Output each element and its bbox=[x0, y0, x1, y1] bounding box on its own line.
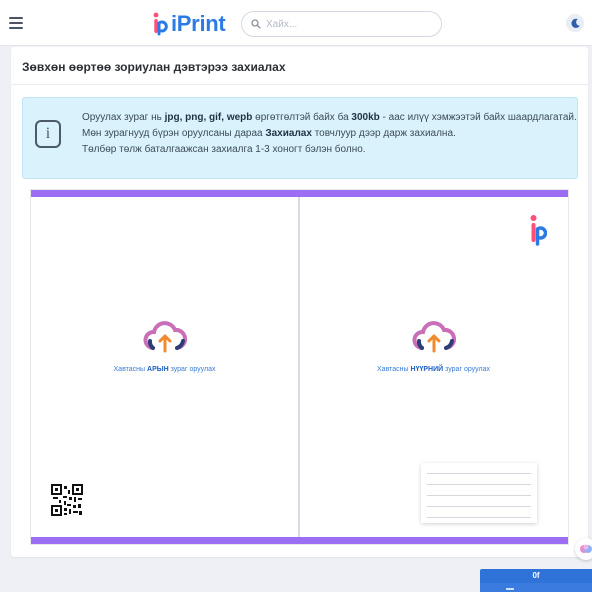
qr-code-icon bbox=[51, 484, 83, 516]
back-cover: Хавтасны АРЫН зураг оруулах bbox=[31, 197, 298, 537]
front-cover-upload[interactable]: Хавтасны НҮҮРНИЙ зураг оруулах bbox=[300, 317, 567, 373]
brain-icon bbox=[580, 544, 592, 553]
theme-toggle[interactable] bbox=[566, 14, 584, 32]
brand-logo-icon bbox=[530, 215, 547, 246]
cover-preview: Хавтасны АРЫН зураг оруулах Хавтасны НҮҮ… bbox=[31, 190, 568, 544]
hamburger-icon[interactable] bbox=[9, 17, 23, 29]
order-card: Зөвхөн өөртөө зориулан дэвтэрээ захиалах… bbox=[11, 47, 588, 557]
moon-icon bbox=[570, 18, 580, 28]
floating-bar bbox=[480, 583, 592, 592]
top-bar: iPrint bbox=[0, 0, 592, 46]
floating-chip[interactable]: 0f bbox=[480, 569, 592, 583]
info-icon: i bbox=[35, 120, 61, 148]
label-box bbox=[421, 463, 537, 523]
search-input[interactable] bbox=[266, 18, 426, 30]
front-cover: Хавтасны НҮҮРНИЙ зураг оруулах bbox=[300, 197, 567, 537]
back-cover-upload[interactable]: Хавтасны АРЫН зураг оруулах bbox=[31, 317, 298, 373]
card-header: Зөвхөн өөртөө зориулан дэвтэрээ захиалах bbox=[11, 47, 588, 85]
cloud-upload-icon bbox=[143, 321, 187, 353]
assistant-button[interactable] bbox=[575, 538, 592, 560]
front-cover-label: Хавтасны НҮҮРНИЙ зураг оруулах bbox=[377, 366, 490, 373]
search-box[interactable] bbox=[241, 11, 442, 37]
size-highlight: 300kb bbox=[351, 112, 380, 123]
info-notice: i Оруулах зураг нь jpg, png, gif, wepb ө… bbox=[22, 97, 578, 179]
logo[interactable]: iPrint bbox=[152, 10, 226, 38]
formats-highlight: jpg, png, gif, wepb bbox=[164, 112, 253, 123]
brand-name: iPrint bbox=[171, 11, 226, 36]
notice-line-3: Төлбөр төлж баталгаажсан захиалга 1-3 хо… bbox=[82, 144, 366, 155]
page-title: Зөвхөн өөртөө зориулан дэвтэрээ захиалах bbox=[22, 60, 286, 74]
back-cover-label: Хавтасны АРЫН зураг оруулах bbox=[113, 366, 216, 373]
cloud-upload-icon bbox=[412, 321, 456, 353]
notice-line-2: Мөн зурагнууд бүрэн оруулсаны дараа Захи… bbox=[82, 128, 456, 139]
notice-text: Оруулах зураг нь jpg, png, gif, wepb өрг… bbox=[82, 110, 577, 158]
search-icon bbox=[251, 19, 261, 29]
notice-line-1: Оруулах зураг нь jpg, png, gif, wepb өрг… bbox=[82, 112, 577, 123]
brand-logo-icon bbox=[153, 12, 168, 36]
action-highlight: Захиалах bbox=[265, 128, 312, 139]
